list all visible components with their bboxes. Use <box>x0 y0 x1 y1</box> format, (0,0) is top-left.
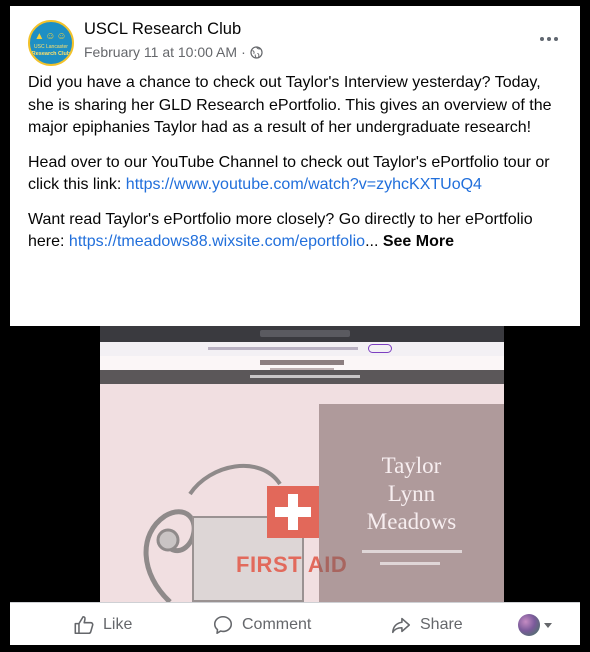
post-paragraph-2: Head over to our YouTube Channel to chec… <box>28 152 568 197</box>
post-header: ▲☺☺ USC Lancaster Research Club USCL Res… <box>10 6 580 68</box>
dot <box>540 37 544 41</box>
like-button[interactable]: Like <box>73 610 132 640</box>
cross-horizontal <box>275 507 311 517</box>
avatar-emblems: ▲☺☺ <box>34 31 68 42</box>
share-arrow-icon <box>391 617 411 634</box>
page-avatar[interactable]: ▲☺☺ USC Lancaster Research Club <box>28 20 74 66</box>
avatar-line2: Research Club <box>31 51 71 57</box>
screenshot-frame: ▲☺☺ USC Lancaster Research Club USCL Res… <box>0 0 590 652</box>
youtube-link[interactable]: https://www.youtube.com/watch?v=zyhcKXTU… <box>126 176 482 193</box>
hero-subtitle <box>362 550 462 553</box>
banner-button <box>368 344 392 353</box>
wix-banner <box>100 342 504 356</box>
facebook-post-card: ▲☺☺ USC Lancaster Research Club USCL Res… <box>10 6 580 645</box>
avatar-line1: USC Lancaster <box>34 44 68 50</box>
share-button[interactable]: Share <box>390 610 463 640</box>
page-name-link[interactable]: USCL Research Club <box>84 20 241 39</box>
banner-text <box>208 347 358 350</box>
eportfolio-link[interactable]: https://tmeadows88.wixsite.com/eportfoli… <box>69 233 365 250</box>
like-label: Like <box>103 616 133 633</box>
post-date[interactable]: February 11 at 10:00 AM <box>84 44 237 60</box>
post-meta: February 11 at 10:00 AM · <box>84 44 263 60</box>
post-action-bar: Like Comment Share <box>10 602 580 645</box>
meta-separator: · <box>241 44 246 60</box>
more-options-icon[interactable] <box>536 32 562 46</box>
comment-bubble-icon <box>213 615 233 635</box>
hero-subtitle-2 <box>380 562 440 565</box>
chevron-down-icon <box>544 622 552 628</box>
video-frame-website: FIRST AID Taylor Lynn Meadows <box>100 326 504 602</box>
avatar-dropdown-icon <box>518 614 540 636</box>
site-title <box>260 360 344 365</box>
see-more-button[interactable]: See More <box>383 233 454 250</box>
browser-toolbar <box>100 326 504 342</box>
thumbs-up-icon <box>74 615 94 635</box>
browser-url-bar <box>260 330 350 337</box>
react-as-selector[interactable] <box>518 610 552 640</box>
globe-icon[interactable] <box>250 45 263 59</box>
ellipsis: ... <box>365 233 379 250</box>
post-text: Did you have a chance to check out Taylo… <box>28 72 568 266</box>
share-label: Share <box>420 616 463 633</box>
video-player[interactable]: FIRST AID Taylor Lynn Meadows <box>10 326 580 602</box>
site-nav-links <box>250 375 360 378</box>
dot <box>547 37 551 41</box>
post-paragraph-3: Want read Taylor's ePortfolio more close… <box>28 209 568 254</box>
post-paragraph-1: Did you have a chance to check out Taylo… <box>28 74 552 136</box>
hero-name: Taylor Lynn Meadows <box>366 453 457 534</box>
site-nav <box>100 370 504 384</box>
comment-label: Comment <box>242 616 312 633</box>
comment-button[interactable]: Comment <box>212 610 311 640</box>
dot <box>554 37 558 41</box>
